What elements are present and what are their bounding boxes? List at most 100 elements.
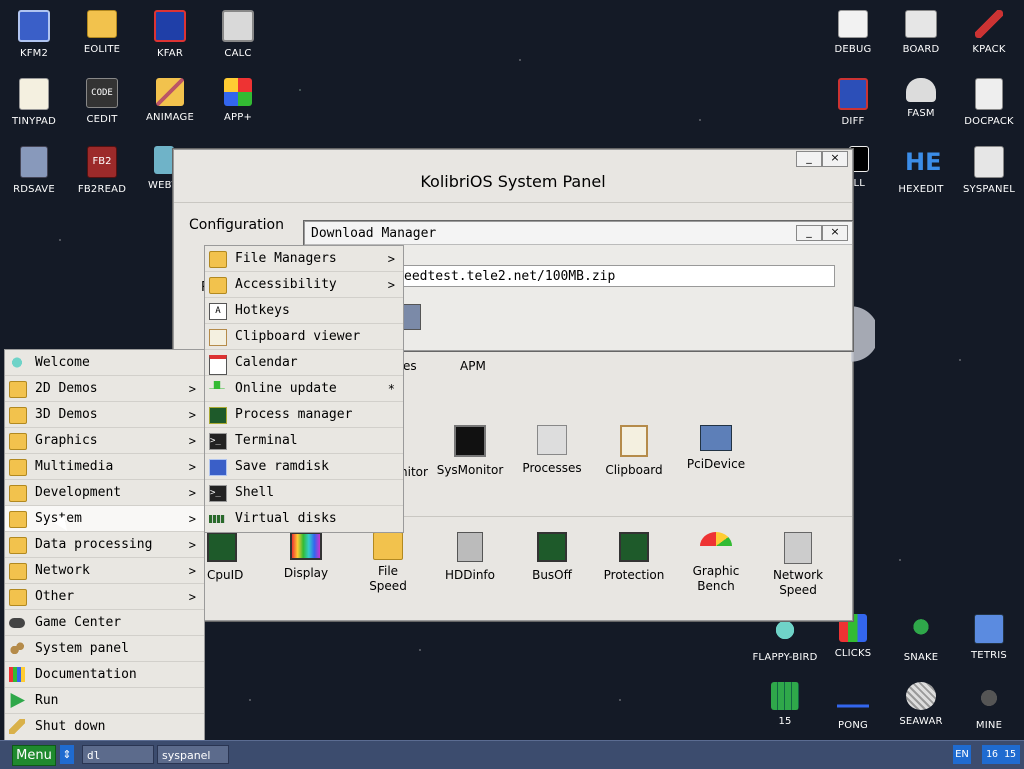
calculator-icon [222,10,254,42]
menu-item-virtual-disks[interactable]: Virtual disks [205,506,403,532]
tab-partial[interactable]: es [403,359,417,373]
processes-icon [537,425,567,455]
menu-item-process-manager[interactable]: Process manager [205,402,403,428]
desktop-icon-tetris[interactable]: TETRIS [955,614,1023,661]
calendar-icon [209,355,227,375]
desktop-icon-kpack[interactable]: KPACK [955,10,1023,55]
desktop-icon-label: CEDIT [86,114,118,125]
menu-item-run[interactable]: Run [5,688,204,714]
desktop-icon-flappy-bird[interactable]: FLAPPY-BIRD [751,614,819,663]
main-menu[interactable]: Welcome 2D Demos > 3D Demos > Graphics >… [4,349,205,741]
menu-button[interactable]: Menu [12,745,56,766]
menu-item-clipboard-viewer[interactable]: Clipboard viewer [205,324,403,350]
menu-item-accessibility[interactable]: Accessibility > [205,272,403,298]
gears-icon [9,641,25,656]
tab-apm[interactable]: APM [460,359,486,373]
menu-item-shell[interactable]: >_ Shell [205,480,403,506]
desktop-icon-board[interactable]: BOARD [887,10,955,55]
taskbar-task-syspanel[interactable]: syspanel [157,745,229,764]
desktop-icon-label: TINYPAD [12,116,56,127]
download-button[interactable] [401,304,421,330]
desktop-icon-label: KFAR [157,48,183,59]
app-network-speed[interactable]: Network Speed [763,532,833,598]
menu-item-system[interactable]: System > [5,506,204,532]
app-sysmonitor[interactable]: SysMonitor [435,425,505,477]
menu-item-save-ramdisk[interactable]: Save ramdisk [205,454,403,480]
close-button[interactable]: × [822,225,848,241]
desktop-icon-mine[interactable]: MINE [955,682,1023,731]
app-hddinfo[interactable]: HDDinfo [435,532,505,582]
url-input[interactable]: eedtest.tele2.net/100MB.zip [401,265,835,287]
minimize-button[interactable]: _ [796,151,822,167]
taskbar-task-dl[interactable]: dl [82,745,154,764]
desktop-icon-fb2read[interactable]: FB2 FB2READ [68,146,136,195]
app-label: SysMonitor [436,463,504,477]
menu-item-terminal[interactable]: >_ Terminal [205,428,403,454]
taskbar: Menu ⇕ dl syspanel EN 16 15 [0,740,1024,769]
desktop-icon-snake[interactable]: SNAKE [887,614,955,663]
menu-item-3d-demos[interactable]: 3D Demos > [5,402,204,428]
menu-item-welcome[interactable]: Welcome [5,350,204,376]
desktop-icon-kfm2[interactable]: KFM2 [0,10,68,59]
app-graphic-bench[interactable]: Graphic Bench [681,532,751,594]
desktop-icon-webv[interactable]: WEBV [128,146,178,191]
app-cpuid[interactable]: CpuID [207,532,243,582]
switch-arrow-button[interactable]: ⇕ [60,745,74,764]
menu-item-development[interactable]: Development > [5,480,204,506]
app-pcidevice[interactable]: PciDevice [681,425,751,471]
desktop-icon-eolite[interactable]: EOLITE [68,10,136,55]
desktop-icon-diff[interactable]: DIFF [819,78,887,127]
desktop-icon-syspanel[interactable]: SYSPANEL [955,146,1023,195]
title-bar[interactable]: Download Manager _ × [305,222,852,245]
title-divider [174,202,852,203]
menu-item-hotkeys[interactable]: A Hotkeys [205,298,403,324]
close-button[interactable]: × [822,151,848,167]
app-display[interactable]: Display [271,532,341,580]
desktop-icon-tinypad[interactable]: TINYPAD [0,78,68,127]
minimize-button[interactable]: _ [796,225,822,241]
desktop-icon-label: CALC [224,48,252,59]
menu-item-2d-demos[interactable]: 2D Demos > [5,376,204,402]
menu-item-graphics[interactable]: Graphics > [5,428,204,454]
desktop-icon-debug[interactable]: DEBUG [819,10,887,55]
desktop-icon-pong[interactable]: PONG [819,682,887,731]
window-title: Download Manager [311,226,437,241]
menu-item-shut-down[interactable]: Shut down [5,714,204,740]
desktop-icon-rdsave[interactable]: RDSAVE [0,146,68,195]
desktop-icon-label: RDSAVE [13,184,55,195]
menu-item-game-center[interactable]: Game Center [5,610,204,636]
desktop-icon-15[interactable]: 15 [751,682,819,727]
desktop-icon-docpack[interactable]: DOCPACK [955,78,1023,127]
desktop-icon-label: ANIMAGE [145,112,195,123]
app-clipboard[interactable]: Clipboard [599,425,669,477]
menu-item-online-update[interactable]: Online update * [205,376,403,402]
desktop-icon-hexedit[interactable]: HE HEXEDIT [887,146,955,195]
desktop-icon-fasm[interactable]: FASM [887,78,955,119]
desktop-icon-calc[interactable]: CALC [204,10,272,59]
app-processes[interactable]: Processes [517,425,587,475]
menu-item-calendar[interactable]: Calendar [205,350,403,376]
menu-item-multimedia[interactable]: Multimedia > [5,454,204,480]
app-busoff[interactable]: BusOff [517,532,587,582]
hammer-icon [975,10,1003,38]
clock[interactable]: 16 15 [982,745,1020,764]
app-label: Clipboard [605,463,663,477]
play-icon [10,693,25,708]
menu-item-file-managers[interactable]: File Managers > [205,246,403,272]
system-submenu[interactable]: File Managers > Accessibility > A Hotkey… [204,245,404,533]
language-indicator[interactable]: EN [953,745,971,764]
code-icon: CODE [86,78,118,108]
app-file-speed[interactable]: File Speed [353,532,423,594]
app-protection[interactable]: Protection [599,532,669,582]
menu-item-other[interactable]: Other > [5,584,204,610]
menu-item-system-panel[interactable]: System panel [5,636,204,662]
menu-item-documentation[interactable]: Documentation [5,662,204,688]
desktop-icon-animage[interactable]: ANIMAGE [136,78,204,123]
desktop-icon-kfar[interactable]: KFAR [136,10,204,59]
desktop-icon-label: FB2READ [77,184,127,195]
menu-item-data-processing[interactable]: Data processing > [5,532,204,558]
desktop-icon-appplus[interactable]: APP+ [204,78,272,123]
desktop-icon-seawar[interactable]: SEAWAR [887,682,955,727]
menu-item-network[interactable]: Network > [5,558,204,584]
desktop-icon-cedit[interactable]: CODE CEDIT [68,78,136,125]
